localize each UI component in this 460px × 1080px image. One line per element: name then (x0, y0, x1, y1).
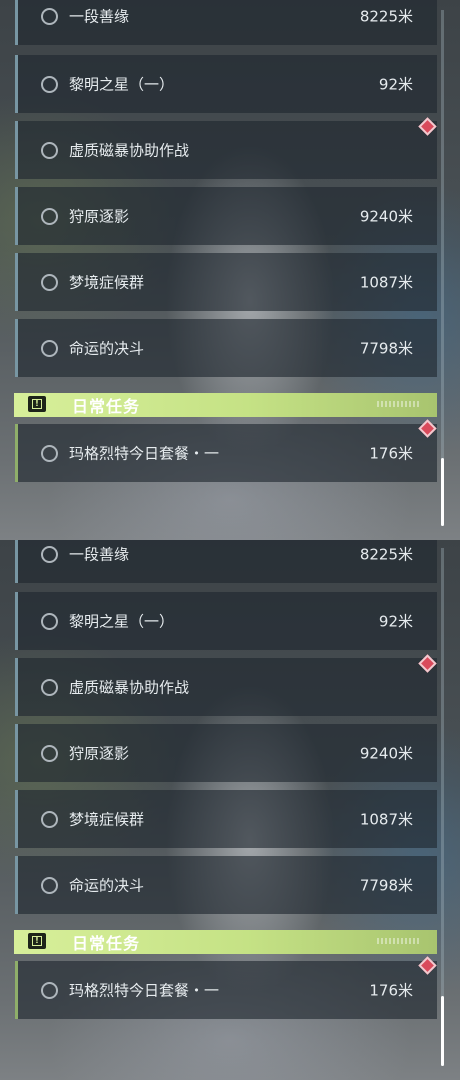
quest-list-panel: 一段善缘 8225米 黎明之星（一） 92米 虚质磁暴协助作战 狩原逐影 924… (0, 540, 460, 1080)
quest-name: 玛格烈特今日套餐・一 (69, 444, 220, 463)
quest-item[interactable]: 一段善缘 8225米 (15, 540, 437, 583)
scrollbar-track[interactable] (441, 10, 444, 526)
quest-name: 一段善缘 (69, 545, 130, 564)
circle-outline-icon (41, 545, 58, 563)
quest-distance: 92米 (378, 75, 413, 94)
scrollbar-thumb[interactable] (441, 458, 444, 526)
quest-distance: 9240米 (359, 207, 413, 226)
quest-distance: 1087米 (359, 810, 413, 829)
circle-outline-icon (41, 612, 58, 630)
circle-outline-icon (41, 876, 58, 894)
scrollbar-track[interactable] (441, 548, 444, 1066)
quest-name: 一段善缘 (69, 7, 130, 26)
circle-outline-icon (41, 444, 58, 462)
quest-name: 梦境症候群 (69, 810, 145, 829)
quest-name: 狩原逐影 (69, 744, 130, 763)
quest-item[interactable]: 一段善缘 8225米 (15, 0, 437, 45)
quest-name: 黎明之星（一） (69, 75, 175, 94)
daily-quests-title: 日常任务 (72, 934, 141, 953)
circle-outline-icon (41, 810, 58, 828)
circle-outline-icon (41, 981, 58, 999)
circle-outline-icon (41, 7, 58, 25)
quest-name: 虚质磁暴协助作战 (69, 678, 190, 697)
quest-list-panel: 一段善缘 8225米 黎明之星（一） 92米 虚质磁暴协助作战 狩原逐影 924… (0, 0, 460, 540)
quest-item[interactable]: 虚质磁暴协助作战 (15, 658, 437, 716)
quest-distance: 7798米 (359, 876, 413, 895)
alert-box-icon: ! (28, 396, 46, 412)
quest-item[interactable]: 命运的决斗 7798米 (15, 319, 437, 377)
daily-quest-item[interactable]: 玛格烈特今日套餐・一 176米 (15, 961, 437, 1019)
quest-name: 狩原逐影 (69, 207, 130, 226)
quest-name: 命运的决斗 (69, 876, 145, 895)
daily-quests-title: 日常任务 (72, 397, 141, 416)
quest-name: 玛格烈特今日套餐・一 (69, 981, 220, 1000)
quest-item[interactable]: 狩原逐影 9240米 (15, 187, 437, 245)
quest-distance: 176米 (369, 444, 413, 463)
quest-item[interactable]: 梦境症候群 1087米 (15, 790, 437, 848)
quest-distance: 8225米 (359, 545, 413, 564)
daily-quests-header[interactable]: ! 日常任务 (14, 930, 437, 954)
daily-quests-header[interactable]: ! 日常任务 (14, 393, 437, 417)
circle-outline-icon (41, 744, 58, 762)
quest-item[interactable]: 命运的决斗 7798米 (15, 856, 437, 914)
quest-name: 命运的决斗 (69, 339, 145, 358)
header-decoration (377, 938, 421, 944)
scrollbar-thumb[interactable] (441, 996, 444, 1066)
quest-name: 虚质磁暴协助作战 (69, 141, 190, 160)
circle-outline-icon (41, 273, 58, 291)
quest-item[interactable]: 虚质磁暴协助作战 (15, 121, 437, 179)
daily-quest-item[interactable]: 玛格烈特今日套餐・一 176米 (15, 424, 437, 482)
quest-item[interactable]: 黎明之星（一） 92米 (15, 592, 437, 650)
quest-distance: 1087米 (359, 273, 413, 292)
circle-outline-icon (41, 75, 58, 93)
quest-distance: 8225米 (359, 7, 413, 26)
quest-distance: 176米 (369, 981, 413, 1000)
header-decoration (377, 401, 421, 407)
circle-outline-icon (41, 207, 58, 225)
quest-distance: 7798米 (359, 339, 413, 358)
quest-name: 梦境症候群 (69, 273, 145, 292)
quest-distance: 92米 (378, 612, 413, 631)
quest-item[interactable]: 黎明之星（一） 92米 (15, 55, 437, 113)
circle-outline-icon (41, 678, 58, 696)
circle-outline-icon (41, 141, 58, 159)
quest-item[interactable]: 狩原逐影 9240米 (15, 724, 437, 782)
alert-box-icon: ! (28, 933, 46, 949)
quest-item[interactable]: 梦境症候群 1087米 (15, 253, 437, 311)
quest-distance: 9240米 (359, 744, 413, 763)
circle-outline-icon (41, 339, 58, 357)
quest-name: 黎明之星（一） (69, 612, 175, 631)
